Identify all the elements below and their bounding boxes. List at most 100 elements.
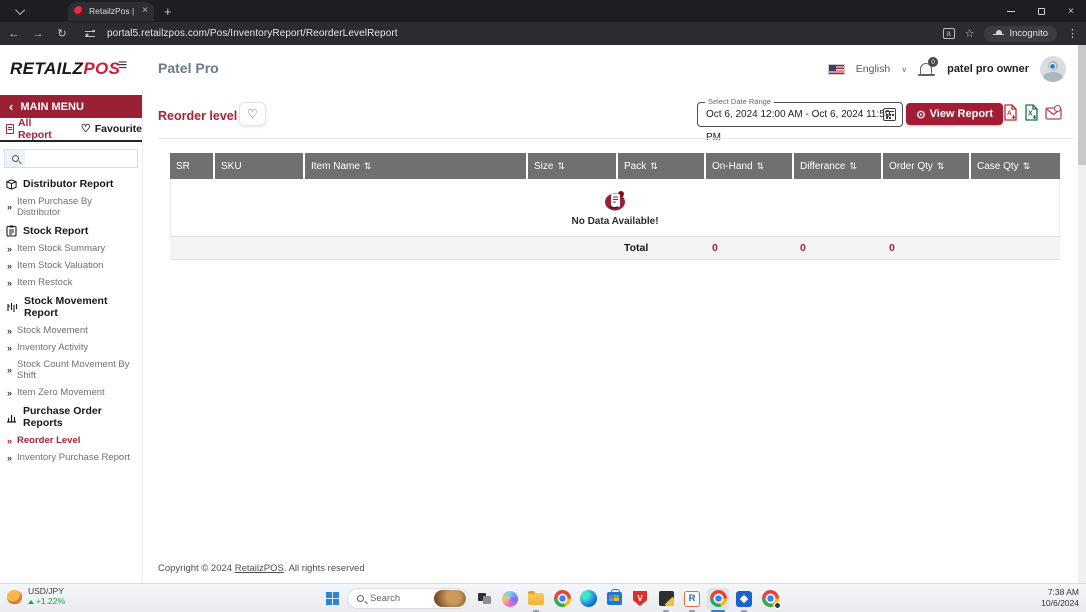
start-button[interactable] <box>322 588 343 609</box>
address-bar[interactable]: portal5.retailzpos.com/Pos/InventoryRepo… <box>80 25 943 42</box>
column-header-differance[interactable]: Differance⇅ <box>794 153 883 179</box>
main-menu-label: MAIN MENU <box>20 101 84 113</box>
url-text[interactable]: portal5.retailzpos.com/Pos/InventoryRepo… <box>107 28 398 39</box>
column-label: SR <box>176 161 190 172</box>
hamburger-menu-icon[interactable]: ≡ <box>118 57 127 75</box>
column-header-sr: SR <box>170 153 215 179</box>
translate-icon[interactable]: a <box>943 28 955 39</box>
taskbar-search[interactable]: Search <box>347 588 469 609</box>
main-menu-header[interactable]: ‹ MAIN MENU <box>0 95 142 118</box>
sidebar-item-reorder-level[interactable]: » Reorder Level <box>0 432 142 449</box>
column-header-size[interactable]: Size ⇅ <box>528 153 618 179</box>
total-order-qty: 0 <box>883 242 971 254</box>
total-label: Total <box>618 242 706 254</box>
section-title: Stock Report <box>23 225 88 237</box>
tab-favourite[interactable]: ♡ Favourite <box>81 123 142 135</box>
tab-favourite-label: Favourite <box>95 123 142 135</box>
sort-icon[interactable]: ⇅ <box>557 161 565 172</box>
notification-badge: 0 <box>928 57 938 67</box>
chrome-profile-button[interactable] <box>759 588 781 610</box>
browser-tab[interactable]: RetailzPos | Reorder Level × <box>68 2 154 21</box>
online-status-dot <box>1049 63 1056 70</box>
retailzpos-link[interactable]: RetailzPOS <box>235 563 284 574</box>
column-label: Size <box>534 161 553 172</box>
window-controls: × <box>996 0 1086 22</box>
file-explorer-button[interactable] <box>525 588 547 610</box>
column-header-case-qty[interactable]: Case Qty ⇅ <box>971 153 1060 179</box>
sidebar-item-item-stock-valuation[interactable]: » Item Stock Valuation <box>0 257 142 274</box>
sidebar-item-item-restock[interactable]: » Item Restock <box>0 274 142 291</box>
scrollbar-thumb[interactable] <box>1078 45 1086 165</box>
date-range-value[interactable]: Oct 6, 2024 12:00 AM - Oct 6, 2024 11:59… <box>706 103 902 149</box>
sidebar: ‹ MAIN MENU All Report ♡ Favourite Distr… <box>0 91 143 583</box>
sidebar-item-stock-count-movement-by-shift[interactable]: » Stock Count Movement By Shift <box>0 356 142 384</box>
page-scrollbar <box>1078 45 1086 583</box>
edge-button[interactable] <box>577 588 599 610</box>
date-range-picker[interactable]: Select Date Range Oct 6, 2024 12:00 AM -… <box>697 102 903 127</box>
chrome-active-window-button[interactable] <box>707 588 729 610</box>
sort-icon[interactable]: ⇅ <box>650 161 658 172</box>
security-app-button[interactable]: V <box>629 588 651 610</box>
forward-button[interactable]: → <box>28 28 48 40</box>
sort-icon[interactable]: ⇅ <box>364 161 372 172</box>
blue-diamond-app-button[interactable] <box>733 588 755 610</box>
maximize-button[interactable] <box>1026 0 1056 22</box>
site-info-button[interactable] <box>80 27 100 41</box>
sidebar-item-inventory-purchase-report[interactable]: » Inventory Purchase Report <box>0 449 142 466</box>
tab-close-icon[interactable]: × <box>142 6 148 16</box>
tab-search-button[interactable] <box>8 3 34 19</box>
sort-icon[interactable]: ⇅ <box>1023 161 1031 172</box>
new-tab-button[interactable]: + <box>164 4 172 19</box>
chrome-icon <box>554 590 571 607</box>
dark-tile-app-button[interactable] <box>655 588 677 610</box>
column-header-item-name[interactable]: Item Name⇅ <box>305 153 528 179</box>
column-label: Order Qty <box>889 161 933 172</box>
user-name[interactable]: patel pro owner <box>947 63 1029 75</box>
chevron-down-icon[interactable]: ∨ <box>901 65 907 74</box>
sidebar-item-item-purchase-by-distributor[interactable]: » Item Purchase By Distributor <box>0 193 142 221</box>
calendar-icon[interactable] <box>883 108 896 121</box>
copilot-button[interactable] <box>499 588 521 610</box>
minimize-button[interactable] <box>996 0 1026 22</box>
sidebar-search-input[interactable] <box>4 149 138 168</box>
email-report-icon[interactable] <box>1045 104 1062 121</box>
taskbar-clock[interactable]: 7:38 AM 10/6/2024 <box>1041 587 1079 609</box>
folder-icon <box>528 593 544 605</box>
copyright-footer: Copyright © 2024 RetailzPOS. All rights … <box>158 563 365 574</box>
store-name: Patel Pro <box>158 60 219 76</box>
sidebar-item-inventory-activity[interactable]: » Inventory Activity <box>0 339 142 356</box>
bookmark-star-icon[interactable]: ☆ <box>965 27 975 40</box>
language-selector[interactable]: English <box>856 63 890 75</box>
chrome-button[interactable] <box>551 588 573 610</box>
sidebar-item-label: Item Stock Valuation <box>17 260 103 271</box>
close-window-button[interactable]: × <box>1056 0 1086 22</box>
export-buttons: A X <box>1003 104 1062 121</box>
section-stock-movement-report: Stock Movement Report <box>0 291 142 322</box>
sort-icon[interactable]: ⇅ <box>849 161 857 172</box>
retailzpos-app-button[interactable]: R <box>681 588 703 610</box>
export-excel-icon[interactable]: X <box>1024 104 1039 121</box>
view-report-button[interactable]: ⊙ View Report <box>906 103 1003 125</box>
browser-menu-button[interactable]: ⋮ <box>1067 27 1078 40</box>
export-pdf-icon[interactable]: A <box>1003 104 1018 121</box>
reload-button[interactable]: ↻ <box>52 27 72 40</box>
column-header-pack[interactable]: Pack⇅ <box>618 153 706 179</box>
column-header-on-hand[interactable]: On-Hand⇅ <box>706 153 794 179</box>
back-button[interactable]: ← <box>4 28 24 40</box>
sidebar-item-label: Stock Count Movement By Shift <box>17 359 136 381</box>
tab-all-report[interactable]: All Report <box>6 117 68 141</box>
task-view-button[interactable] <box>473 588 495 610</box>
sidebar-item-item-zero-movement[interactable]: » Item Zero Movement <box>0 384 142 401</box>
sidebar-item-item-stock-summary[interactable]: » Item Stock Summary <box>0 240 142 257</box>
column-header-order-qty[interactable]: Order Qty ⇅ <box>883 153 971 179</box>
bing-daily-image[interactable] <box>434 590 466 607</box>
notifications-button[interactable]: 0 <box>918 60 936 78</box>
stocks-widget[interactable]: USD/JPY +1.22% <box>7 587 65 607</box>
sort-icon[interactable]: ⇅ <box>937 161 945 172</box>
section-stock-report: Stock Report <box>0 221 142 240</box>
microsoft-store-button[interactable] <box>603 588 625 610</box>
favourite-toggle-button[interactable]: ♡ <box>239 102 266 126</box>
column-label: Case Qty <box>977 161 1019 172</box>
sidebar-item-stock-movement[interactable]: » Stock Movement <box>0 322 142 339</box>
sort-icon[interactable]: ⇅ <box>757 161 765 172</box>
